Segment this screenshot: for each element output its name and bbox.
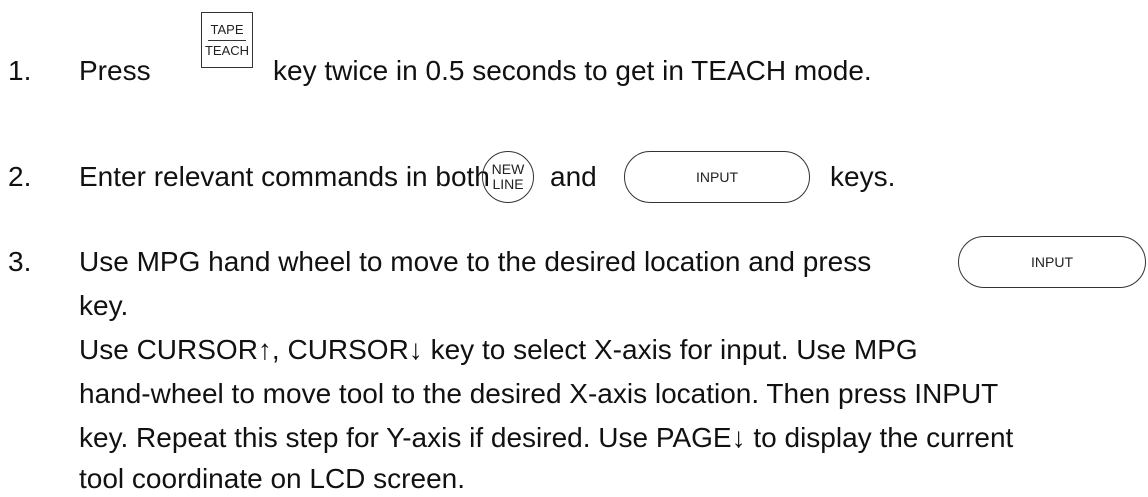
step-paragraph-line: key. Repeat this step for Y-axis if desi…: [79, 422, 1014, 453]
input-key: INPUT: [624, 151, 810, 203]
key-label-top: NEW: [491, 161, 525, 177]
step-text-after: keys.: [830, 161, 896, 192]
key-label-bottom: LINE: [492, 176, 524, 192]
step-number: 2.: [8, 161, 32, 192]
step-text-line-1: Use MPG hand wheel to move to the desire…: [79, 246, 872, 277]
step-paragraph-line: tool coordinate on LCD screen.: [79, 463, 465, 494]
key-label-top: TAPE: [210, 21, 244, 37]
step-number: 1.: [8, 55, 32, 86]
step-text-before: Press: [79, 55, 151, 86]
step-text-line-2: key.: [79, 290, 129, 321]
input-key: INPUT: [958, 236, 1146, 288]
key-divider: [208, 39, 246, 41]
step-paragraph-line: hand-wheel to move tool to the desired X…: [79, 378, 999, 409]
new-line-key: NEW LINE: [482, 151, 534, 203]
step-text-after: key twice in 0.5 seconds to get in TEACH…: [273, 55, 872, 86]
step-paragraph-line: Use CURSOR↑, CURSOR↓ key to select X-axi…: [79, 334, 918, 365]
key-label-bottom: TEACH: [204, 42, 250, 58]
step-number: 3.: [8, 246, 32, 277]
key-label: INPUT: [1031, 254, 1073, 270]
tape-teach-key: TAPE TEACH: [201, 12, 253, 68]
key-label: INPUT: [696, 169, 738, 185]
step-text-middle: and: [550, 161, 597, 192]
step-text-before: Enter relevant commands in both: [79, 161, 490, 192]
